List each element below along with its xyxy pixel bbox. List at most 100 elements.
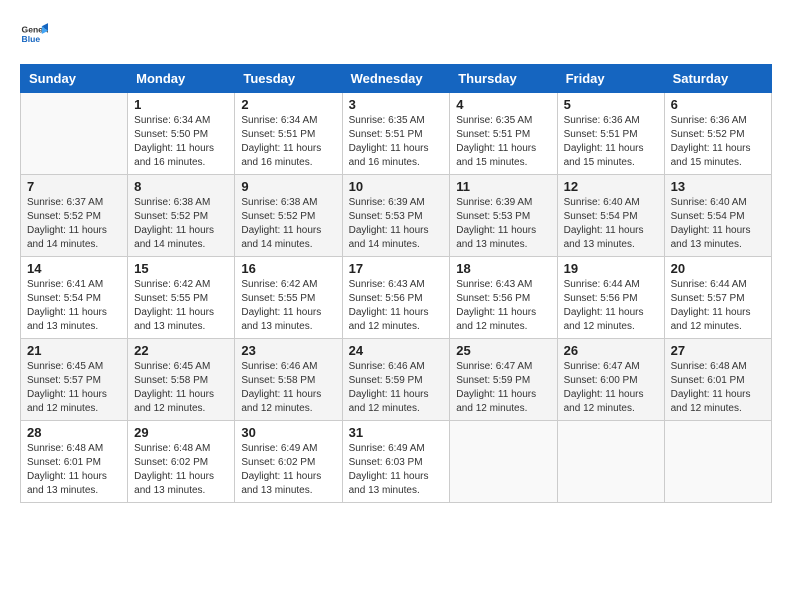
calendar-cell [21,93,128,175]
calendar-cell: 19 Sunrise: 6:44 AM Sunset: 5:56 PM Dayli… [557,257,664,339]
day-info: Sunrise: 6:39 AM Sunset: 5:53 PM Dayligh… [349,196,444,252]
day-info: Sunrise: 6:49 AM Sunset: 6:03 PM Dayligh… [349,442,444,498]
day-info: Sunrise: 6:47 AM Sunset: 5:59 PM Dayligh… [456,360,550,416]
day-number: 31 [349,425,444,440]
day-number: 7 [27,179,121,194]
day-info: Sunrise: 6:34 AM Sunset: 5:51 PM Dayligh… [241,114,335,170]
calendar-cell: 12 Sunrise: 6:40 AM Sunset: 5:54 PM Dayli… [557,175,664,257]
day-number: 4 [456,97,550,112]
day-number: 24 [349,343,444,358]
calendar-cell: 30 Sunrise: 6:49 AM Sunset: 6:02 PM Dayli… [235,421,342,503]
day-number: 6 [671,97,765,112]
day-info: Sunrise: 6:34 AM Sunset: 5:50 PM Dayligh… [134,114,228,170]
calendar-cell: 1 Sunrise: 6:34 AM Sunset: 5:50 PM Daylig… [128,93,235,175]
day-info: Sunrise: 6:44 AM Sunset: 5:57 PM Dayligh… [671,278,765,334]
day-info: Sunrise: 6:40 AM Sunset: 5:54 PM Dayligh… [564,196,658,252]
calendar-cell: 22 Sunrise: 6:45 AM Sunset: 5:58 PM Dayli… [128,339,235,421]
day-info: Sunrise: 6:48 AM Sunset: 6:02 PM Dayligh… [134,442,228,498]
day-info: Sunrise: 6:38 AM Sunset: 5:52 PM Dayligh… [241,196,335,252]
day-info: Sunrise: 6:43 AM Sunset: 5:56 PM Dayligh… [456,278,550,334]
calendar-cell: 3 Sunrise: 6:35 AM Sunset: 5:51 PM Daylig… [342,93,450,175]
day-number: 20 [671,261,765,276]
day-number: 3 [349,97,444,112]
day-number: 25 [456,343,550,358]
calendar-week-row: 21Sunrise: 6:45 AM Sunset: 5:57 PM Dayli… [21,339,772,421]
day-info: Sunrise: 6:42 AM Sunset: 5:55 PM Dayligh… [241,278,335,334]
calendar-header-row: SundayMondayTuesdayWednesdayThursdayFrid… [21,65,772,93]
day-info: Sunrise: 6:45 AM Sunset: 5:58 PM Dayligh… [134,360,228,416]
page-header: General Blue [20,20,772,48]
day-number: 2 [241,97,335,112]
logo: General Blue [20,20,52,48]
calendar-cell: 4 Sunrise: 6:35 AM Sunset: 5:51 PM Daylig… [450,93,557,175]
day-number: 27 [671,343,765,358]
day-number: 15 [134,261,228,276]
calendar-cell [664,421,771,503]
day-number: 11 [456,179,550,194]
calendar-cell: 13Sunrise: 6:40 AM Sunset: 5:54 PM Dayli… [664,175,771,257]
day-info: Sunrise: 6:48 AM Sunset: 6:01 PM Dayligh… [27,442,121,498]
calendar-cell [557,421,664,503]
logo-icon: General Blue [20,20,48,48]
day-info: Sunrise: 6:36 AM Sunset: 5:51 PM Dayligh… [564,114,658,170]
day-number: 8 [134,179,228,194]
calendar-week-row: 14Sunrise: 6:41 AM Sunset: 5:54 PM Dayli… [21,257,772,339]
calendar-cell: 16 Sunrise: 6:42 AM Sunset: 5:55 PM Dayli… [235,257,342,339]
calendar-cell: 20 Sunrise: 6:44 AM Sunset: 5:57 PM Dayli… [664,257,771,339]
day-number: 16 [241,261,335,276]
col-header-wednesday: Wednesday [342,65,450,93]
day-number: 23 [241,343,335,358]
day-number: 17 [349,261,444,276]
calendar-cell: 24 Sunrise: 6:46 AM Sunset: 5:59 PM Dayli… [342,339,450,421]
calendar-cell: 26 Sunrise: 6:47 AM Sunset: 6:00 PM Dayli… [557,339,664,421]
day-number: 12 [564,179,658,194]
calendar-cell: 25 Sunrise: 6:47 AM Sunset: 5:59 PM Dayli… [450,339,557,421]
day-info: Sunrise: 6:44 AM Sunset: 5:56 PM Dayligh… [564,278,658,334]
day-info: Sunrise: 6:42 AM Sunset: 5:55 PM Dayligh… [134,278,228,334]
day-number: 22 [134,343,228,358]
calendar-week-row: 7Sunrise: 6:37 AM Sunset: 5:52 PM Daylig… [21,175,772,257]
day-info: Sunrise: 6:35 AM Sunset: 5:51 PM Dayligh… [456,114,550,170]
calendar-cell: 7Sunrise: 6:37 AM Sunset: 5:52 PM Daylig… [21,175,128,257]
calendar-cell: 5 Sunrise: 6:36 AM Sunset: 5:51 PM Daylig… [557,93,664,175]
day-number: 5 [564,97,658,112]
calendar-cell: 21Sunrise: 6:45 AM Sunset: 5:57 PM Dayli… [21,339,128,421]
day-info: Sunrise: 6:46 AM Sunset: 5:58 PM Dayligh… [241,360,335,416]
calendar-cell: 9Sunrise: 6:38 AM Sunset: 5:52 PM Daylig… [235,175,342,257]
calendar-cell: 28 Sunrise: 6:48 AM Sunset: 6:01 PM Dayli… [21,421,128,503]
calendar-cell [450,421,557,503]
day-info: Sunrise: 6:35 AM Sunset: 5:51 PM Dayligh… [349,114,444,170]
calendar-table: SundayMondayTuesdayWednesdayThursdayFrid… [20,64,772,503]
calendar-cell: 2 Sunrise: 6:34 AM Sunset: 5:51 PM Daylig… [235,93,342,175]
day-number: 30 [241,425,335,440]
day-number: 28 [27,425,121,440]
day-info: Sunrise: 6:48 AM Sunset: 6:01 PM Dayligh… [671,360,765,416]
col-header-saturday: Saturday [664,65,771,93]
day-number: 21 [27,343,121,358]
col-header-monday: Monday [128,65,235,93]
day-info: Sunrise: 6:47 AM Sunset: 6:00 PM Dayligh… [564,360,658,416]
calendar-cell: 10 Sunrise: 6:39 AM Sunset: 5:53 PM Dayli… [342,175,450,257]
col-header-thursday: Thursday [450,65,557,93]
day-number: 10 [349,179,444,194]
day-number: 26 [564,343,658,358]
day-number: 14 [27,261,121,276]
calendar-week-row: 28 Sunrise: 6:48 AM Sunset: 6:01 PM Dayli… [21,421,772,503]
col-header-friday: Friday [557,65,664,93]
calendar-cell: 27 Sunrise: 6:48 AM Sunset: 6:01 PM Dayli… [664,339,771,421]
col-header-tuesday: Tuesday [235,65,342,93]
day-info: Sunrise: 6:46 AM Sunset: 5:59 PM Dayligh… [349,360,444,416]
day-number: 13 [671,179,765,194]
day-number: 29 [134,425,228,440]
svg-text:Blue: Blue [22,34,41,44]
day-info: Sunrise: 6:49 AM Sunset: 6:02 PM Dayligh… [241,442,335,498]
calendar-cell: 8Sunrise: 6:38 AM Sunset: 5:52 PM Daylig… [128,175,235,257]
calendar-cell: 15 Sunrise: 6:42 AM Sunset: 5:55 PM Dayli… [128,257,235,339]
calendar-cell: 11Sunrise: 6:39 AM Sunset: 5:53 PM Dayli… [450,175,557,257]
calendar-cell: 17Sunrise: 6:43 AM Sunset: 5:56 PM Dayli… [342,257,450,339]
calendar-cell: 6 Sunrise: 6:36 AM Sunset: 5:52 PM Daylig… [664,93,771,175]
day-number: 1 [134,97,228,112]
calendar-cell: 23 Sunrise: 6:46 AM Sunset: 5:58 PM Dayli… [235,339,342,421]
day-info: Sunrise: 6:36 AM Sunset: 5:52 PM Dayligh… [671,114,765,170]
day-number: 19 [564,261,658,276]
